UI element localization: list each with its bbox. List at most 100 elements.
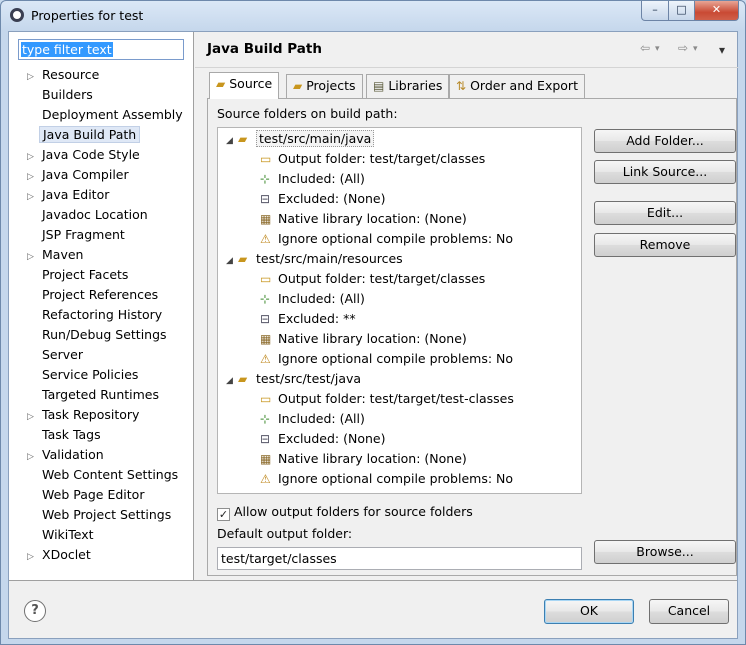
nav-item[interactable]: Java Build Path — [27, 125, 141, 144]
source-attribute-text: Output folder: test/target/classes — [278, 271, 486, 286]
source-attribute-text: Included: (All) — [278, 411, 365, 426]
nav-item[interactable]: ▷ XDoclet — [27, 545, 94, 564]
source-attribute-row[interactable]: ⚠ Ignore optional compile problems: No — [260, 469, 513, 489]
collapse-arrow-icon[interactable]: ◢ — [226, 371, 238, 391]
add-folder-button[interactable]: Add Folder... — [594, 129, 736, 153]
nav-item[interactable]: ▷ Task Repository — [27, 405, 142, 424]
nav-item[interactable]: Web Content Settings — [27, 465, 181, 484]
title-separator — [195, 67, 738, 68]
nav-item[interactable]: Project Facets — [27, 265, 131, 284]
help-icon[interactable]: ? — [24, 600, 46, 622]
source-folder-row[interactable]: ◢ ▰ test/src/test/java — [226, 369, 361, 389]
property-page-tree: type filter text ▷ Resource Builders Deploy… — [9, 32, 194, 580]
nav-item[interactable]: ▷ Maven — [27, 245, 86, 264]
filter-text: type filter text — [21, 42, 113, 57]
nav-item[interactable]: Task Tags — [27, 425, 104, 444]
nav-item[interactable]: ▷ Java Compiler — [27, 165, 132, 184]
source-folder-name: test/src/test/java — [256, 371, 362, 386]
forward-arrow-icon[interactable]: ⇨ — [678, 41, 688, 55]
source-folder-row[interactable]: ◢ ▰ test/src/main/java — [226, 129, 375, 151]
nav-item-label: Deployment Assembly — [42, 107, 183, 122]
source-attribute-row[interactable]: ▭ Output folder: test/target/classes — [260, 149, 485, 169]
projects-icon: ▰ — [293, 79, 303, 93]
source-attribute-row[interactable]: ⊟ Excluded: (None) — [260, 429, 385, 449]
nav-item-label: Java Code Style — [42, 147, 140, 162]
nav-item-label: Maven — [42, 247, 84, 262]
close-button[interactable]: ✕ — [694, 1, 739, 21]
nav-item[interactable]: ▷ Java Code Style — [27, 145, 143, 164]
nav-item[interactable]: Web Page Editor — [27, 485, 147, 504]
default-output-folder-field[interactable]: test/target/classes — [217, 547, 582, 570]
nav-item[interactable]: ▷ Java Editor — [27, 185, 112, 204]
nav-item[interactable]: Project References — [27, 285, 161, 304]
nav-item[interactable]: Web Project Settings — [27, 505, 174, 524]
back-dropdown-icon[interactable]: ▾ — [655, 44, 660, 54]
nav-item-label: Java Editor — [42, 187, 110, 202]
title-bar[interactable]: Properties for test – □ ✕ — [1, 1, 745, 31]
nav-item[interactable]: Targeted Runtimes — [27, 385, 162, 404]
tab-libraries[interactable]: ▤ Libraries — [366, 74, 450, 98]
link-source-button[interactable]: Link Source... — [594, 160, 736, 184]
source-attribute-row[interactable]: ⊹ Included: (All) — [260, 169, 365, 189]
footer-separator — [9, 580, 737, 581]
source-attribute-row[interactable]: ⚠ Ignore optional compile problems: No — [260, 229, 513, 249]
source-attribute-row[interactable]: ⊟ Excluded: (None) — [260, 189, 385, 209]
source-folder-icon: ▰ — [238, 372, 248, 386]
nav-item[interactable]: JSP Fragment — [27, 225, 128, 244]
maximize-button[interactable]: □ — [668, 1, 695, 21]
collapse-arrow-icon[interactable]: ◢ — [226, 251, 238, 271]
source-attribute-row[interactable]: ▦ Native library location: (None) — [260, 209, 467, 229]
browse-button[interactable]: Browse... — [594, 540, 736, 564]
nav-item[interactable]: Javadoc Location — [27, 205, 151, 224]
source-folder-icon: ▰ — [238, 132, 248, 146]
source-attribute-row[interactable]: ▦ Native library location: (None) — [260, 329, 467, 349]
nav-item-label: Project References — [42, 287, 159, 302]
expand-arrow-icon[interactable]: ▷ — [27, 548, 39, 567]
exclusion-filter-icon: ⊟ — [260, 192, 271, 206]
nav-item[interactable]: Builders — [27, 85, 96, 104]
filter-input[interactable]: type filter text — [18, 39, 184, 60]
edit-button[interactable]: Edit... — [594, 201, 736, 225]
tab-order-and-export[interactable]: ⇅ Order and Export — [449, 74, 585, 98]
ignore-problems-icon: ⚠ — [260, 472, 271, 486]
nav-item[interactable]: Service Policies — [27, 365, 141, 384]
nav-item[interactable]: ▷ Validation — [27, 445, 107, 464]
source-attribute-text: Native library location: (None) — [278, 211, 467, 226]
source-folders-tree[interactable]: ◢ ▰ test/src/main/java ▭ Output folder: test… — [217, 127, 582, 494]
allow-output-folders-label: Allow output folders for source folders — [234, 504, 473, 519]
tab-projects[interactable]: ▰ Projects — [286, 74, 363, 98]
remove-button[interactable]: Remove — [594, 233, 736, 257]
source-attribute-text: Included: (All) — [278, 171, 365, 186]
nav-item[interactable]: Refactoring History — [27, 305, 165, 324]
nav-item[interactable]: ▷ Resource — [27, 65, 102, 84]
source-attribute-row[interactable]: ▦ Native library location: (None) — [260, 449, 467, 469]
minimize-button[interactable]: – — [641, 1, 669, 21]
exclusion-filter-icon: ⊟ — [260, 312, 271, 326]
allow-output-folders-option[interactable]: ✓ Allow output folders for source folders — [217, 504, 473, 521]
nav-item-label: Javadoc Location — [42, 207, 148, 222]
output-folder-icon: ▭ — [260, 152, 272, 166]
source-attribute-row[interactable]: ⊹ Included: (All) — [260, 289, 365, 309]
source-attribute-row[interactable]: ⊹ Included: (All) — [260, 409, 365, 429]
back-arrow-icon[interactable]: ⇦ — [640, 41, 650, 55]
nav-item-label: Service Policies — [42, 367, 139, 382]
cancel-button[interactable]: Cancel — [649, 599, 729, 624]
nav-item[interactable]: WikiText — [27, 525, 97, 544]
nav-item[interactable]: Deployment Assembly — [27, 105, 186, 124]
nav-item-label: Task Tags — [42, 427, 101, 442]
source-folder-row[interactable]: ◢ ▰ test/src/main/resources — [226, 249, 403, 269]
nav-item[interactable]: Server — [27, 345, 86, 364]
source-attribute-row[interactable]: ⚠ Ignore optional compile problems: No — [260, 349, 513, 369]
forward-dropdown-icon[interactable]: ▾ — [693, 44, 698, 54]
source-attribute-row[interactable]: ▭ Output folder: test/target/classes — [260, 269, 485, 289]
view-menu-icon[interactable]: ▾ — [719, 43, 725, 57]
ok-button[interactable]: OK — [544, 599, 634, 624]
allow-output-folders-checkbox[interactable]: ✓ — [217, 508, 230, 521]
collapse-arrow-icon[interactable]: ◢ — [226, 131, 238, 151]
nav-item-label: Web Page Editor — [42, 487, 145, 502]
source-attribute-text: Native library location: (None) — [278, 451, 467, 466]
source-attribute-row[interactable]: ⊟ Excluded: ** — [260, 309, 356, 329]
source-attribute-row[interactable]: ▭ Output folder: test/target/test-classes — [260, 389, 514, 409]
nav-item[interactable]: Run/Debug Settings — [27, 325, 170, 344]
tab-source[interactable]: ▰ Source — [209, 72, 280, 99]
